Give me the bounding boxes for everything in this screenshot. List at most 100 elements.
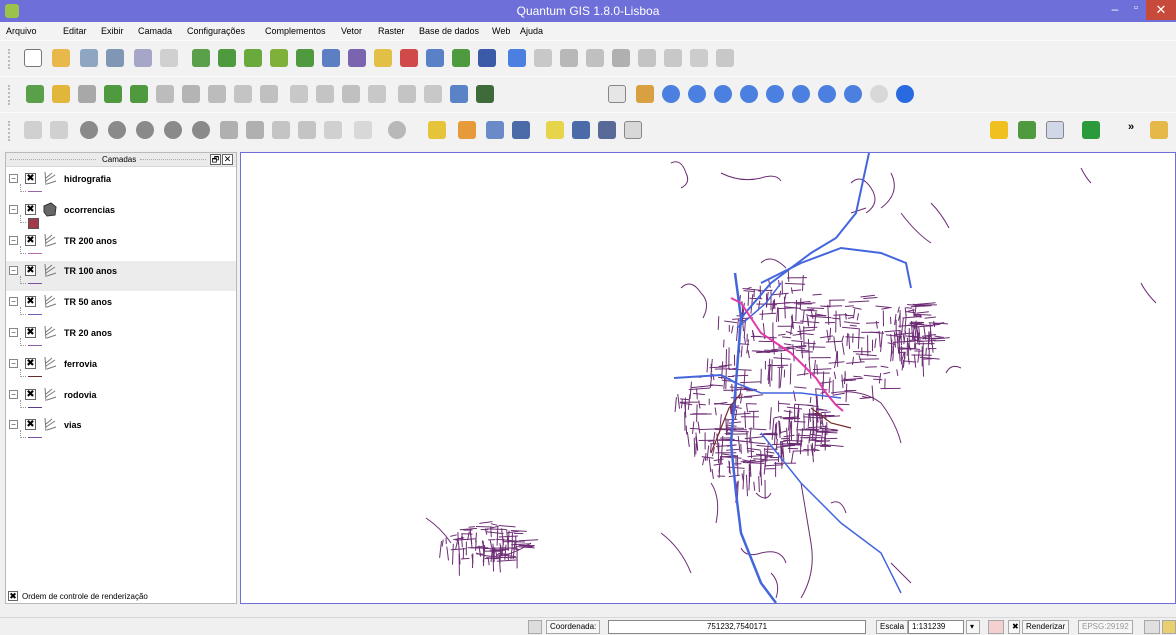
menu-web[interactable]: Web — [492, 26, 510, 36]
layer-visibility-checkbox[interactable]: ✖ — [25, 357, 36, 369]
layer-name[interactable]: ocorrencias — [64, 205, 115, 215]
layer-row[interactable]: − ✖ TR 200 anos — [6, 231, 236, 261]
simplify-icon[interactable] — [80, 121, 98, 139]
show-bookmarks-icon[interactable] — [598, 121, 616, 139]
menu-vetor[interactable]: Vetor — [341, 26, 362, 36]
add-postgis-icon[interactable] — [244, 49, 262, 67]
pan-to-selected-icon[interactable] — [636, 85, 654, 103]
zoom-out-icon[interactable] — [688, 85, 706, 103]
minimize-button[interactable]: – — [1104, 2, 1126, 18]
menu-base-de-dados[interactable]: Base de dados — [419, 26, 479, 36]
expand-toggle-icon[interactable]: − — [9, 389, 18, 399]
copy-icon[interactable] — [690, 49, 708, 67]
menu-arquivo[interactable]: Arquivo — [6, 26, 37, 36]
more-icon[interactable]: » — [1128, 121, 1146, 139]
edit-tool-icon[interactable] — [316, 85, 334, 103]
scale-dropdown-icon[interactable]: ▾ — [966, 620, 980, 634]
menu-complementos[interactable]: Complementos — [265, 26, 326, 36]
wfs-plugin-icon[interactable] — [1046, 121, 1064, 139]
action-icon[interactable] — [388, 121, 406, 139]
layer-name[interactable]: TR 100 anos — [64, 266, 117, 276]
close-panel-button[interactable]: ✕ — [222, 154, 233, 165]
rotate-point-icon[interactable] — [324, 121, 342, 139]
render-checkbox[interactable]: ✖ — [1008, 620, 1020, 634]
layer-name[interactable]: TR 50 anos — [64, 297, 112, 307]
layer-row[interactable]: − ✖ ocorrencias — [6, 200, 236, 230]
offset-curve-icon[interactable] — [246, 121, 264, 139]
edit-tool-icon[interactable] — [260, 85, 278, 103]
cut-icon[interactable] — [664, 49, 682, 67]
measure-icon[interactable] — [512, 121, 530, 139]
layer-visibility-checkbox[interactable]: ✖ — [25, 327, 36, 338]
text-annotation-icon[interactable] — [624, 121, 642, 139]
expand-toggle-icon[interactable]: − — [9, 174, 18, 183]
messages-icon[interactable] — [1162, 620, 1176, 634]
zoom-last-icon[interactable] — [870, 85, 888, 103]
toolbar-grip[interactable] — [8, 49, 11, 69]
show-hide-labels-icon[interactable] — [78, 85, 96, 103]
maximize-button[interactable]: ▫ — [1126, 2, 1146, 18]
zoom-full-icon[interactable] — [714, 85, 732, 103]
expand-toggle-icon[interactable]: − — [9, 235, 18, 245]
new-bookmark-icon[interactable] — [572, 121, 590, 139]
expand-toggle-icon[interactable]: − — [9, 204, 18, 214]
crs-status[interactable]: EPSG:29192 — [1078, 620, 1133, 634]
split-icon[interactable] — [272, 121, 290, 139]
new-shapefile-icon[interactable] — [374, 49, 392, 67]
close-button[interactable]: ✕ — [1146, 0, 1176, 20]
delete-selected-icon[interactable] — [638, 49, 656, 67]
rotate-label-icon[interactable] — [130, 85, 148, 103]
render-order-checkbox[interactable]: ✖ — [8, 591, 18, 601]
add-vector-icon[interactable] — [192, 49, 210, 67]
edit-tool-icon[interactable] — [234, 85, 252, 103]
edit-tool-icon[interactable] — [182, 85, 200, 103]
node-tool-icon[interactable] — [612, 49, 630, 67]
open-project-icon[interactable] — [52, 49, 70, 67]
layer-row[interactable]: − ✖ TR 100 anos — [6, 261, 236, 292]
gps-icon[interactable] — [478, 49, 496, 67]
toolbar-extra-icon[interactable] — [1150, 121, 1168, 139]
paste-icon[interactable] — [716, 49, 734, 67]
crs-icon[interactable] — [1144, 620, 1160, 634]
layer-row[interactable]: − ✖ vias — [6, 415, 236, 445]
layer-name[interactable]: hidrografia — [64, 174, 111, 184]
layer-name[interactable]: vias — [64, 420, 82, 430]
layer-row[interactable]: − ✖ TR 20 anos — [6, 323, 236, 353]
print-composer-icon[interactable] — [134, 49, 152, 67]
move-label-icon[interactable] — [104, 85, 122, 103]
add-ring-icon[interactable] — [108, 121, 126, 139]
add-wms-icon[interactable] — [322, 49, 340, 67]
map-tips-icon[interactable] — [546, 121, 564, 139]
change-label-icon[interactable] — [156, 85, 174, 103]
new-project-icon[interactable] — [24, 49, 42, 67]
toolbar-grip[interactable] — [8, 85, 11, 105]
layer-row[interactable]: − ✖ TR 50 anos — [6, 292, 236, 322]
layer-visibility-checkbox[interactable]: ✖ — [25, 234, 36, 246]
edit-tool-icon[interactable] — [368, 85, 386, 103]
add-delimited-icon[interactable] — [452, 49, 470, 67]
toolbar-grip[interactable] — [8, 121, 11, 141]
pan-icon[interactable] — [608, 85, 626, 103]
zoom-actual-icon[interactable] — [792, 85, 810, 103]
menu-ajuda[interactable]: Ajuda — [520, 26, 543, 36]
add-layer-plugin-icon[interactable] — [1018, 121, 1036, 139]
layer-visibility-checkbox[interactable]: ✖ — [25, 173, 36, 184]
identify-icon[interactable] — [354, 121, 372, 139]
float-panel-button[interactable]: 🗗 — [210, 154, 221, 165]
edit-tool-icon[interactable] — [290, 85, 308, 103]
zoom-last-icon[interactable] — [818, 85, 836, 103]
d2s-icon[interactable] — [990, 121, 1008, 139]
capture-line-icon[interactable] — [560, 49, 578, 67]
edit-tool-icon[interactable] — [450, 85, 468, 103]
zoom-layer-icon[interactable] — [766, 85, 784, 103]
coordinate-toggle-icon[interactable] — [528, 620, 542, 634]
menu-raster[interactable]: Raster — [378, 26, 405, 36]
toggle-editing-icon[interactable] — [534, 49, 552, 67]
label-icon[interactable] — [26, 85, 44, 103]
menu-configuracoes[interactable]: Configurações — [187, 26, 245, 36]
add-raster-icon[interactable] — [218, 49, 236, 67]
layer-visibility-checkbox[interactable]: ✖ — [25, 388, 36, 400]
composer-manager-icon[interactable] — [160, 49, 178, 67]
expand-toggle-icon[interactable]: − — [9, 328, 18, 337]
menu-camada[interactable]: Camada — [138, 26, 172, 36]
